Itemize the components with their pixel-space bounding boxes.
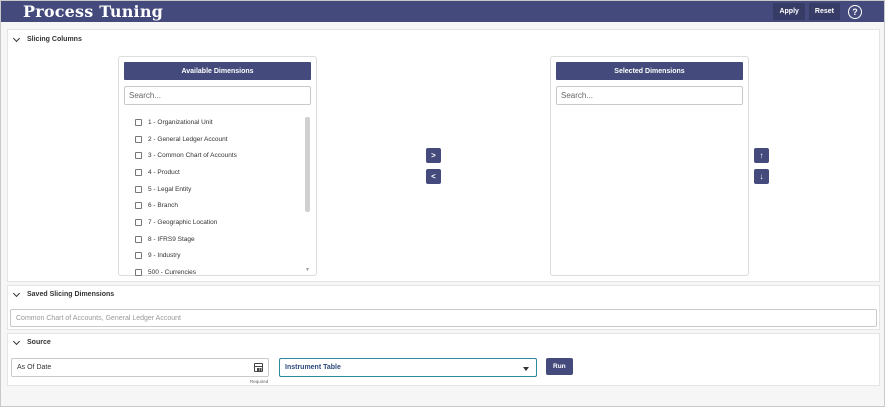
checkbox[interactable] <box>135 202 142 210</box>
selected-search-input[interactable] <box>556 86 743 105</box>
scroll-down-icon[interactable]: ▼ <box>305 267 310 273</box>
source-header[interactable]: Source <box>12 337 51 346</box>
list-item[interactable]: 1 - Organizational Unit <box>135 114 300 131</box>
saved-slicing-section: Saved Slicing Dimensions Common Chart of… <box>7 285 880 330</box>
list-item[interactable]: 7 - Geographic Location <box>135 214 300 231</box>
as-of-date-field[interactable]: As Of Date <box>11 358 269 377</box>
instrument-table-select[interactable]: Instrument Table <box>279 358 537 377</box>
saved-dimensions-field[interactable]: Common Chart of Accounts, General Ledger… <box>10 309 877 327</box>
list-item[interactable]: 5 - Legal Entity <box>135 181 300 198</box>
slicing-columns-header[interactable]: Slicing Columns <box>12 34 82 43</box>
checkbox[interactable] <box>135 185 142 193</box>
chevron-down-icon <box>12 34 21 42</box>
source-section: Source As Of Date Required Instrument Ta… <box>7 333 880 386</box>
list-item[interactable]: 2 - General Ledger Account <box>135 131 300 148</box>
saved-slicing-title: Saved Slicing Dimensions <box>27 291 115 298</box>
process-tuning-page: Process Tuning Apply Reset ? Slicing Col… <box>0 0 885 407</box>
list-item[interactable]: 3 - Common Chart of Accounts <box>135 147 300 164</box>
chevron-down-icon <box>12 289 21 297</box>
reset-button[interactable]: Reset <box>808 3 840 20</box>
checkbox[interactable] <box>135 152 142 160</box>
list-scrollbar[interactable]: ▼ <box>305 117 311 273</box>
checkbox[interactable] <box>135 252 142 260</box>
selected-dimensions-title: Selected Dimensions <box>556 62 743 80</box>
saved-slicing-header[interactable]: Saved Slicing Dimensions <box>12 289 115 298</box>
run-button[interactable]: Run <box>546 358 573 375</box>
checkbox[interactable] <box>135 218 142 226</box>
checkbox[interactable] <box>135 135 142 143</box>
page-title: Process Tuning <box>23 2 164 21</box>
list-item[interactable]: 4 - Product <box>135 164 300 181</box>
scrollbar-thumb[interactable] <box>305 117 310 212</box>
calendar-icon[interactable] <box>254 363 263 372</box>
checkbox[interactable] <box>135 235 142 243</box>
source-title: Source <box>27 339 51 346</box>
checkbox[interactable] <box>135 269 142 277</box>
help-icon[interactable]: ? <box>848 4 862 19</box>
available-dimensions-list: 1 - Organizational Unit 2 - General Ledg… <box>135 114 300 281</box>
chevron-down-icon <box>12 337 21 345</box>
checkbox[interactable] <box>135 118 142 126</box>
move-up-button[interactable]: ↑ <box>754 148 769 163</box>
slicing-columns-section: Slicing Columns Available Dimensions 1 -… <box>7 29 880 282</box>
slicing-columns-title: Slicing Columns <box>27 36 82 43</box>
apply-button[interactable]: Apply <box>773 3 805 20</box>
move-right-button[interactable]: > <box>426 148 441 163</box>
checkbox[interactable] <box>135 168 142 176</box>
header-bar: Process Tuning Apply Reset ? <box>1 1 884 22</box>
chevron-down-icon <box>523 367 529 371</box>
list-item[interactable]: 8 - IFRS9 Stage <box>135 231 300 248</box>
list-item[interactable]: 9 - Industry <box>135 248 300 265</box>
selected-dimensions-panel: Selected Dimensions <box>550 56 749 276</box>
instrument-table-value: Instrument Table <box>285 364 341 371</box>
available-dimensions-title: Available Dimensions <box>124 62 311 80</box>
available-search-input[interactable] <box>124 86 311 105</box>
saved-dimensions-value: Common Chart of Accounts, General Ledger… <box>16 314 181 322</box>
as-of-date-label: As Of Date <box>17 364 52 371</box>
move-down-button[interactable]: ↓ <box>754 169 769 184</box>
required-label: Required <box>250 379 269 384</box>
list-item[interactable]: 6 - Branch <box>135 197 300 214</box>
move-left-button[interactable]: < <box>426 169 441 184</box>
header-actions: Apply Reset ? <box>773 1 884 22</box>
available-dimensions-panel: Available Dimensions 1 - Organizational … <box>118 56 317 277</box>
list-item[interactable]: 500 - Currencies <box>135 264 300 281</box>
